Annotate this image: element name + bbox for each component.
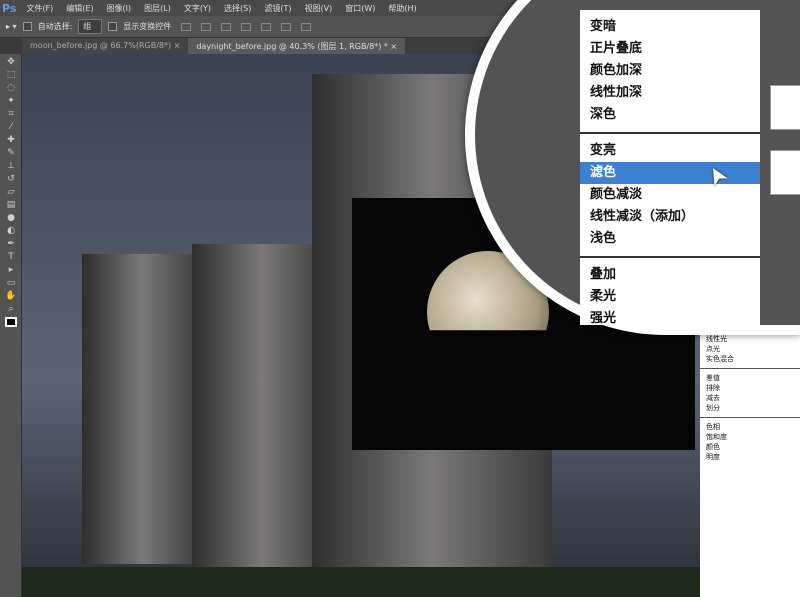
blend-item[interactable]: 色相 <box>706 422 794 432</box>
blend-mode-list: 线性光 点光 实色混合 差值 排除 减去 划分 色相 饱和度 颜色 明度 <box>700 330 800 597</box>
align-left-icon[interactable] <box>241 22 252 31</box>
menu-window[interactable]: 窗口(W) <box>345 3 375 14</box>
path-select-icon[interactable]: ▸ <box>5 265 17 275</box>
divider <box>580 132 760 134</box>
blend-item[interactable]: 明度 <box>706 452 794 462</box>
gradient-icon[interactable]: ▤ <box>5 200 17 210</box>
menu-layer[interactable]: 图层(L) <box>144 3 171 14</box>
grass <box>22 567 700 597</box>
tools-panel: ✥ ⬚ ◌ ✦ ⌗ ⁄ ✚ ✎ ⊥ ↺ ▱ ▤ ● ◐ ✒ T ▸ ▭ ✋ ⌕ <box>0 54 22 597</box>
tab-moon-before[interactable]: moon_before.jpg @ 66.7%(RGB/8*) × <box>22 38 189 54</box>
align-top-icon[interactable] <box>181 22 192 31</box>
menu-file[interactable]: 文件(F) <box>26 3 53 14</box>
auto-select-checkbox[interactable] <box>22 22 32 31</box>
blend-item[interactable]: 饱和度 <box>706 432 794 442</box>
blend-item[interactable]: 柔光 <box>580 286 760 308</box>
blend-item[interactable]: 变亮 <box>580 140 760 162</box>
crop-icon[interactable]: ⌗ <box>5 109 17 119</box>
type-icon[interactable]: T <box>5 252 17 262</box>
dodge-icon[interactable]: ◐ <box>5 226 17 236</box>
blend-item[interactable]: 线性光 <box>706 334 794 344</box>
blend-item[interactable]: 变暗 <box>580 16 760 38</box>
blend-item[interactable]: 叠加 <box>580 264 760 286</box>
tab-daynight-before[interactable]: daynight_before.jpg @ 40.3% (图层 1, RGB/8… <box>188 38 406 54</box>
blend-item[interactable]: 深色 <box>580 104 760 126</box>
align-right-icon[interactable] <box>281 22 292 31</box>
color-swatches-icon[interactable] <box>5 317 17 327</box>
shape-icon[interactable]: ▭ <box>5 278 17 288</box>
menu-select[interactable]: 选择(S) <box>224 3 251 14</box>
blend-item[interactable]: 实色混合 <box>706 354 794 364</box>
zoom-icon[interactable]: ⌕ <box>5 304 17 314</box>
castle-left-tower <box>82 254 202 564</box>
blend-item[interactable]: 线性减淡（添加） <box>580 206 760 228</box>
blend-item[interactable]: 线性加深 <box>580 82 760 104</box>
blend-item[interactable]: 减去 <box>706 393 794 403</box>
panel-thumbnail <box>770 85 800 130</box>
divider <box>700 368 800 369</box>
blend-item[interactable]: 正片叠底 <box>580 38 760 60</box>
magic-wand-icon[interactable]: ✦ <box>5 96 17 106</box>
blend-item[interactable]: 颜色减淡 <box>580 184 760 206</box>
photoshop-logo: Ps <box>2 1 17 15</box>
align-middle-icon[interactable] <box>201 22 212 31</box>
history-brush-icon[interactable]: ↺ <box>5 174 17 184</box>
eyedropper-icon[interactable]: ⁄ <box>5 122 17 132</box>
blend-item[interactable]: 排除 <box>706 383 794 393</box>
menu-type[interactable]: 文字(Y) <box>184 3 211 14</box>
blend-item-selected[interactable]: 滤色 <box>580 162 760 184</box>
menu-help[interactable]: 帮助(H) <box>388 3 416 14</box>
blend-item[interactable]: 颜色 <box>706 442 794 452</box>
pen-icon[interactable]: ✒ <box>5 239 17 249</box>
blend-item[interactable]: 差值 <box>706 373 794 383</box>
blend-item[interactable]: 划分 <box>706 403 794 413</box>
move-tool-icon[interactable]: ▸ ▾ <box>6 22 17 31</box>
menu-edit[interactable]: 编辑(E) <box>66 3 93 14</box>
distribute-icon[interactable] <box>301 22 312 31</box>
auto-select-label: 自动选择: <box>37 22 73 31</box>
eraser-icon[interactable]: ▱ <box>5 187 17 197</box>
show-transform-label: 显示变换控件 <box>123 22 172 31</box>
blend-item[interactable]: 强光 <box>580 308 760 330</box>
lasso-icon[interactable]: ◌ <box>5 83 17 93</box>
show-transform-checkbox[interactable] <box>108 22 118 31</box>
divider <box>580 256 760 258</box>
auto-select-dropdown[interactable]: 组 <box>78 19 103 34</box>
menu-filter[interactable]: 滤镜(T) <box>264 3 291 14</box>
blur-icon[interactable]: ● <box>5 213 17 223</box>
divider <box>700 417 800 418</box>
menu-image[interactable]: 图像(I) <box>107 3 132 14</box>
panel-thumbnail <box>770 150 800 195</box>
blend-item[interactable]: 点光 <box>706 344 794 354</box>
move-icon[interactable]: ✥ <box>5 57 17 67</box>
castle-wall <box>192 244 332 574</box>
menu-view[interactable]: 视图(V) <box>304 3 332 14</box>
healing-icon[interactable]: ✚ <box>5 135 17 145</box>
blend-mode-menu-zoomed: 变暗 正片叠底 颜色加深 线性加深 深色 变亮 滤色 颜色减淡 线性减淡（添加）… <box>580 10 760 326</box>
align-bottom-icon[interactable] <box>221 22 232 31</box>
align-center-icon[interactable] <box>261 22 272 31</box>
brush-icon[interactable]: ✎ <box>5 148 17 158</box>
hand-icon[interactable]: ✋ <box>5 291 17 301</box>
blend-item[interactable]: 颜色加深 <box>580 60 760 82</box>
stamp-icon[interactable]: ⊥ <box>5 161 17 171</box>
blend-item[interactable]: 浅色 <box>580 228 760 250</box>
marquee-icon[interactable]: ⬚ <box>5 70 17 80</box>
